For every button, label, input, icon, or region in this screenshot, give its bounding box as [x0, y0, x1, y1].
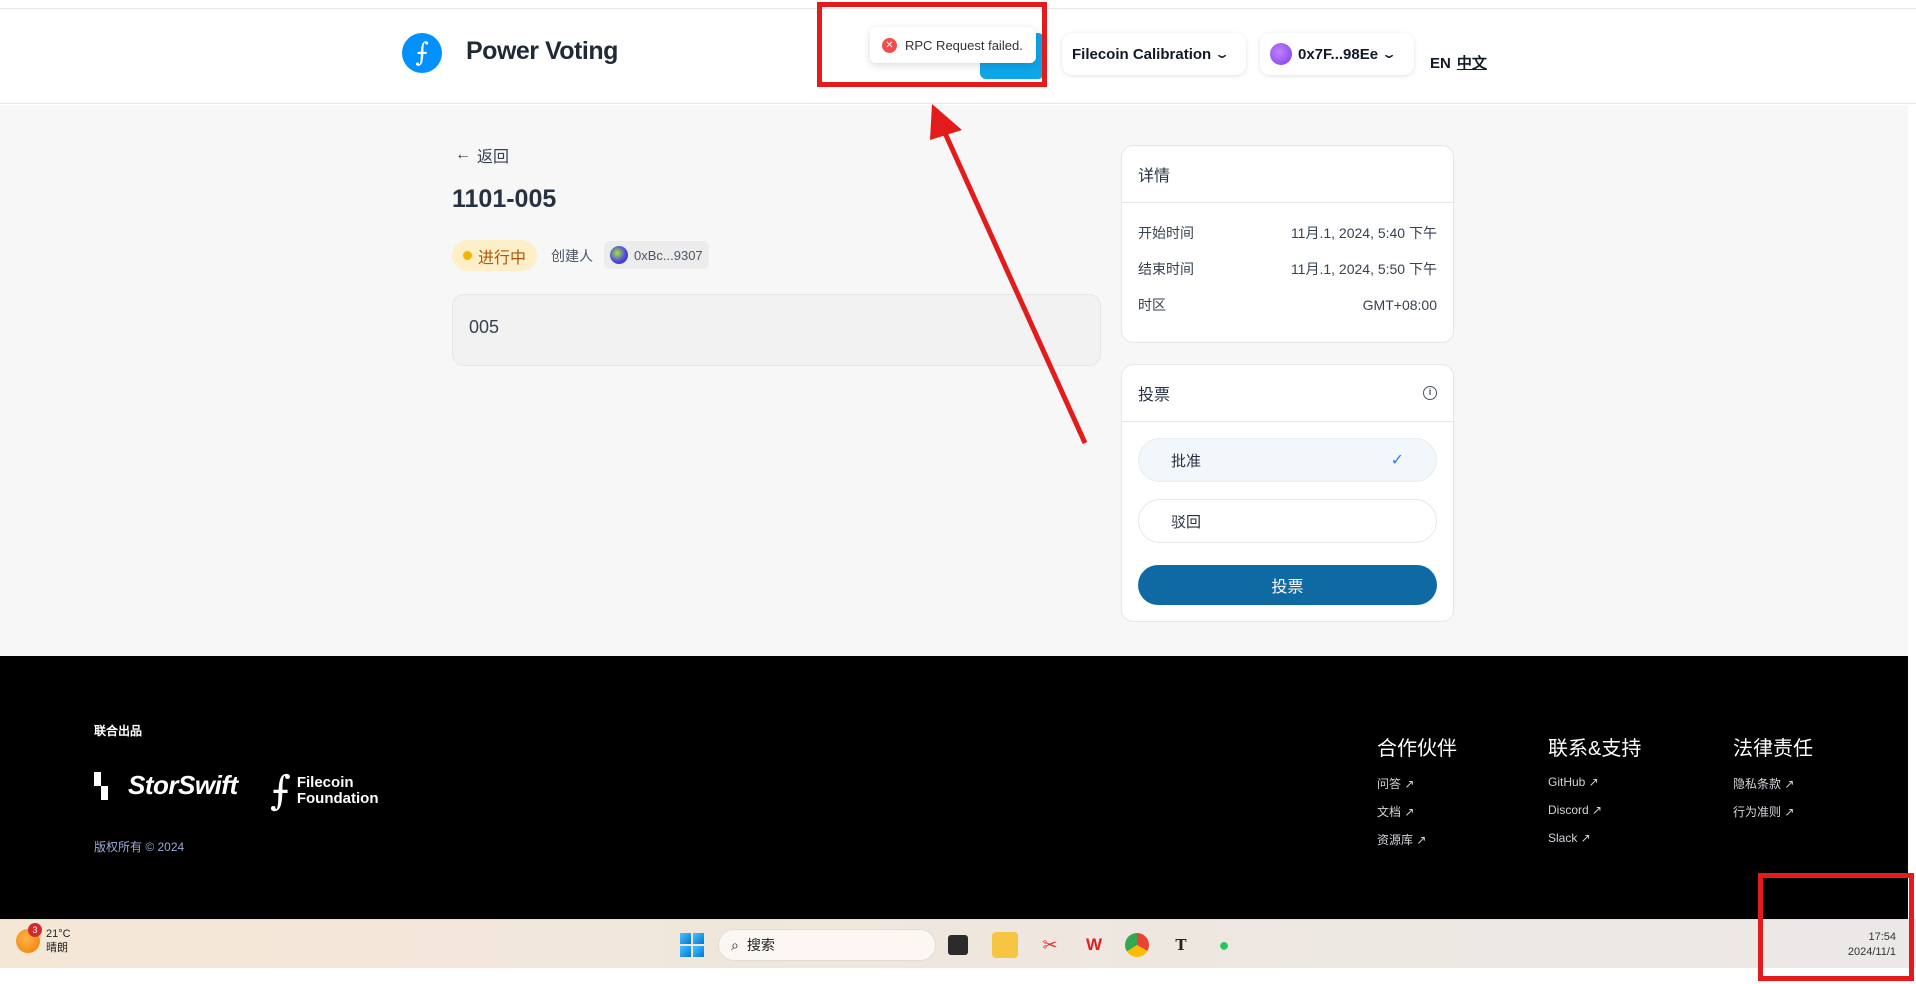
footer-link[interactable]: 文档 ↗ — [1377, 803, 1457, 831]
weather-sun-icon: 3 — [16, 923, 42, 953]
info-icon[interactable]: i — [1423, 386, 1437, 400]
detail-label: 结束时间 — [1138, 261, 1194, 277]
task-view-icon[interactable] — [948, 935, 968, 955]
brand-title[interactable]: Power Voting — [466, 37, 618, 66]
submit-vote-button[interactable]: 投票 — [1138, 565, 1437, 605]
details-rows: 开始时间 11月.1, 2024, 5:40 下午 结束时间 11月.1, 20… — [1122, 203, 1453, 323]
language-switch: EN 中文 — [1430, 52, 1487, 73]
lang-en[interactable]: EN — [1430, 55, 1451, 72]
annotation-highlight-box — [1758, 873, 1914, 981]
detail-label: 开始时间 — [1138, 225, 1194, 241]
vote-heading-text: 投票 — [1138, 387, 1171, 404]
detail-value: 11月.1, 2024, 5:50 下午 — [1290, 261, 1437, 277]
footer-link[interactable]: 问答 ↗ — [1377, 775, 1457, 803]
footer-link[interactable]: GitHub ↗ — [1548, 775, 1641, 803]
footer-link[interactable]: 行为准则 ↗ — [1733, 803, 1813, 831]
account-address: 0x7F...98Ee — [1298, 45, 1379, 63]
filecoin-logo-icon[interactable]: ⨍ — [402, 33, 442, 73]
search-icon: ⌕ — [731, 936, 739, 953]
wechat-icon[interactable]: ● — [1211, 932, 1237, 958]
footer-column-partners: 合作伙伴 问答 ↗ 文档 ↗ 资源库 ↗ — [1377, 732, 1457, 859]
footer-column-title: 合作伙伴 — [1377, 738, 1457, 760]
footer-column-legal: 法律责任 隐私条款 ↗ 行为准则 ↗ — [1733, 732, 1813, 831]
footer-link[interactable]: Slack ↗ — [1548, 831, 1641, 859]
ff-line1: Filecoin — [296, 774, 354, 791]
detail-value: GMT+08:00 — [1362, 297, 1437, 313]
check-icon: ✓ — [1390, 452, 1404, 469]
creator-label: 创建人 — [551, 248, 593, 264]
account-selector[interactable]: 0x7F...98Ee ⌄ — [1260, 33, 1414, 75]
vote-option-label: 批准 — [1171, 452, 1202, 470]
typora-icon[interactable]: T — [1168, 932, 1194, 958]
temperature: 21°C — [46, 928, 71, 940]
detail-row: 时区 GMT+08:00 — [1122, 287, 1453, 323]
windows-taskbar: 3 21°C 晴朗 ⌕ 搜索 ✂ W T ● 17:54 2024/11/1 — [0, 919, 1916, 968]
storswift-logo[interactable]: StorSwift — [94, 770, 238, 801]
status-dot-icon — [463, 251, 472, 260]
weather-widget[interactable]: 3 21°C 晴朗 — [16, 923, 71, 955]
site-footer: 联合出品 StorSwift ⨍ Filecoin Foundation 版权所… — [0, 656, 1908, 919]
detail-row: 结束时间 11月.1, 2024, 5:50 下午 — [1122, 251, 1453, 287]
network-label: Filecoin Calibration — [1072, 45, 1212, 63]
weather-badge: 3 — [28, 923, 42, 937]
vote-heading: 投票 i — [1122, 365, 1453, 422]
produced-by-label: 联合出品 — [94, 724, 143, 738]
filecoin-foundation-mark-icon: ⨍ — [270, 768, 291, 814]
search-placeholder: 搜索 — [746, 937, 775, 953]
copyright: 版权所有 © 2024 — [94, 840, 185, 854]
arrow-left-icon: ← — [455, 146, 471, 163]
main-content: ← 返回 1101-005 进行中 创建人 0xBc...9307 005 详情… — [0, 105, 1908, 656]
browser-page: ⨍ Power Voting Filecoin Calibration ⌄ 0x… — [0, 0, 1916, 984]
proposal-title: 1101-005 — [452, 185, 557, 213]
weather-condition: 晴朗 — [46, 942, 68, 954]
snipping-tool-icon[interactable]: ✂ — [1037, 932, 1063, 958]
creator-chip[interactable]: 0xBc...9307 — [604, 241, 709, 269]
vote-option-label: 驳回 — [1171, 513, 1202, 531]
vote-card: 投票 i 批准 ✓ 驳回 投票 — [1121, 364, 1454, 622]
details-card: 详情 开始时间 11月.1, 2024, 5:40 下午 结束时间 11月.1,… — [1121, 145, 1454, 343]
vote-option-reject[interactable]: 驳回 — [1138, 499, 1437, 543]
filecoin-foundation-logo[interactable]: ⨍ Filecoin Foundation — [270, 771, 379, 811]
detail-label: 时区 — [1138, 297, 1166, 313]
footer-column-contact: 联系&支持 GitHub ↗ Discord ↗ Slack ↗ — [1548, 732, 1641, 859]
file-explorer-icon[interactable] — [992, 932, 1018, 958]
chevron-down-icon: ⌄ — [1214, 47, 1231, 61]
details-heading: 详情 — [1122, 146, 1453, 203]
annotation-highlight-box — [817, 2, 1047, 87]
screen-bottom-edge — [0, 968, 1916, 984]
footer-column-title: 法律责任 — [1733, 738, 1813, 760]
start-button-icon[interactable] — [680, 933, 704, 957]
storswift-name: StorSwift — [128, 770, 238, 800]
account-avatar — [1270, 43, 1292, 65]
status-badge: 进行中 — [452, 240, 538, 271]
back-link[interactable]: ← 返回 — [455, 143, 509, 167]
network-selector[interactable]: Filecoin Calibration ⌄ — [1062, 33, 1246, 75]
chevron-down-icon: ⌄ — [1381, 47, 1398, 61]
proposal-content: 005 — [452, 294, 1101, 366]
footer-column-title: 联系&支持 — [1548, 738, 1642, 760]
chrome-icon[interactable] — [1125, 933, 1149, 957]
footer-link[interactable]: 资源库 ↗ — [1377, 831, 1457, 859]
vote-option-approve[interactable]: 批准 ✓ — [1138, 438, 1437, 482]
detail-value: 11月.1, 2024, 5:40 下午 — [1290, 225, 1437, 241]
details-heading-text: 详情 — [1138, 168, 1171, 185]
status-label: 进行中 — [478, 249, 527, 267]
footer-link[interactable]: Discord ↗ — [1548, 803, 1641, 831]
detail-row: 开始时间 11月.1, 2024, 5:40 下午 — [1122, 215, 1453, 251]
back-label: 返回 — [477, 149, 510, 166]
footer-link[interactable]: 隐私条款 ↗ — [1733, 775, 1813, 803]
lang-zh[interactable]: 中文 — [1457, 55, 1487, 72]
storswift-mark-icon — [94, 771, 122, 800]
creator-address: 0xBc...9307 — [634, 247, 703, 263]
wps-office-icon[interactable]: W — [1081, 932, 1107, 958]
ff-line2: Foundation — [296, 790, 379, 807]
taskbar-search[interactable]: ⌕ 搜索 — [718, 929, 936, 961]
creator-avatar — [610, 246, 628, 264]
